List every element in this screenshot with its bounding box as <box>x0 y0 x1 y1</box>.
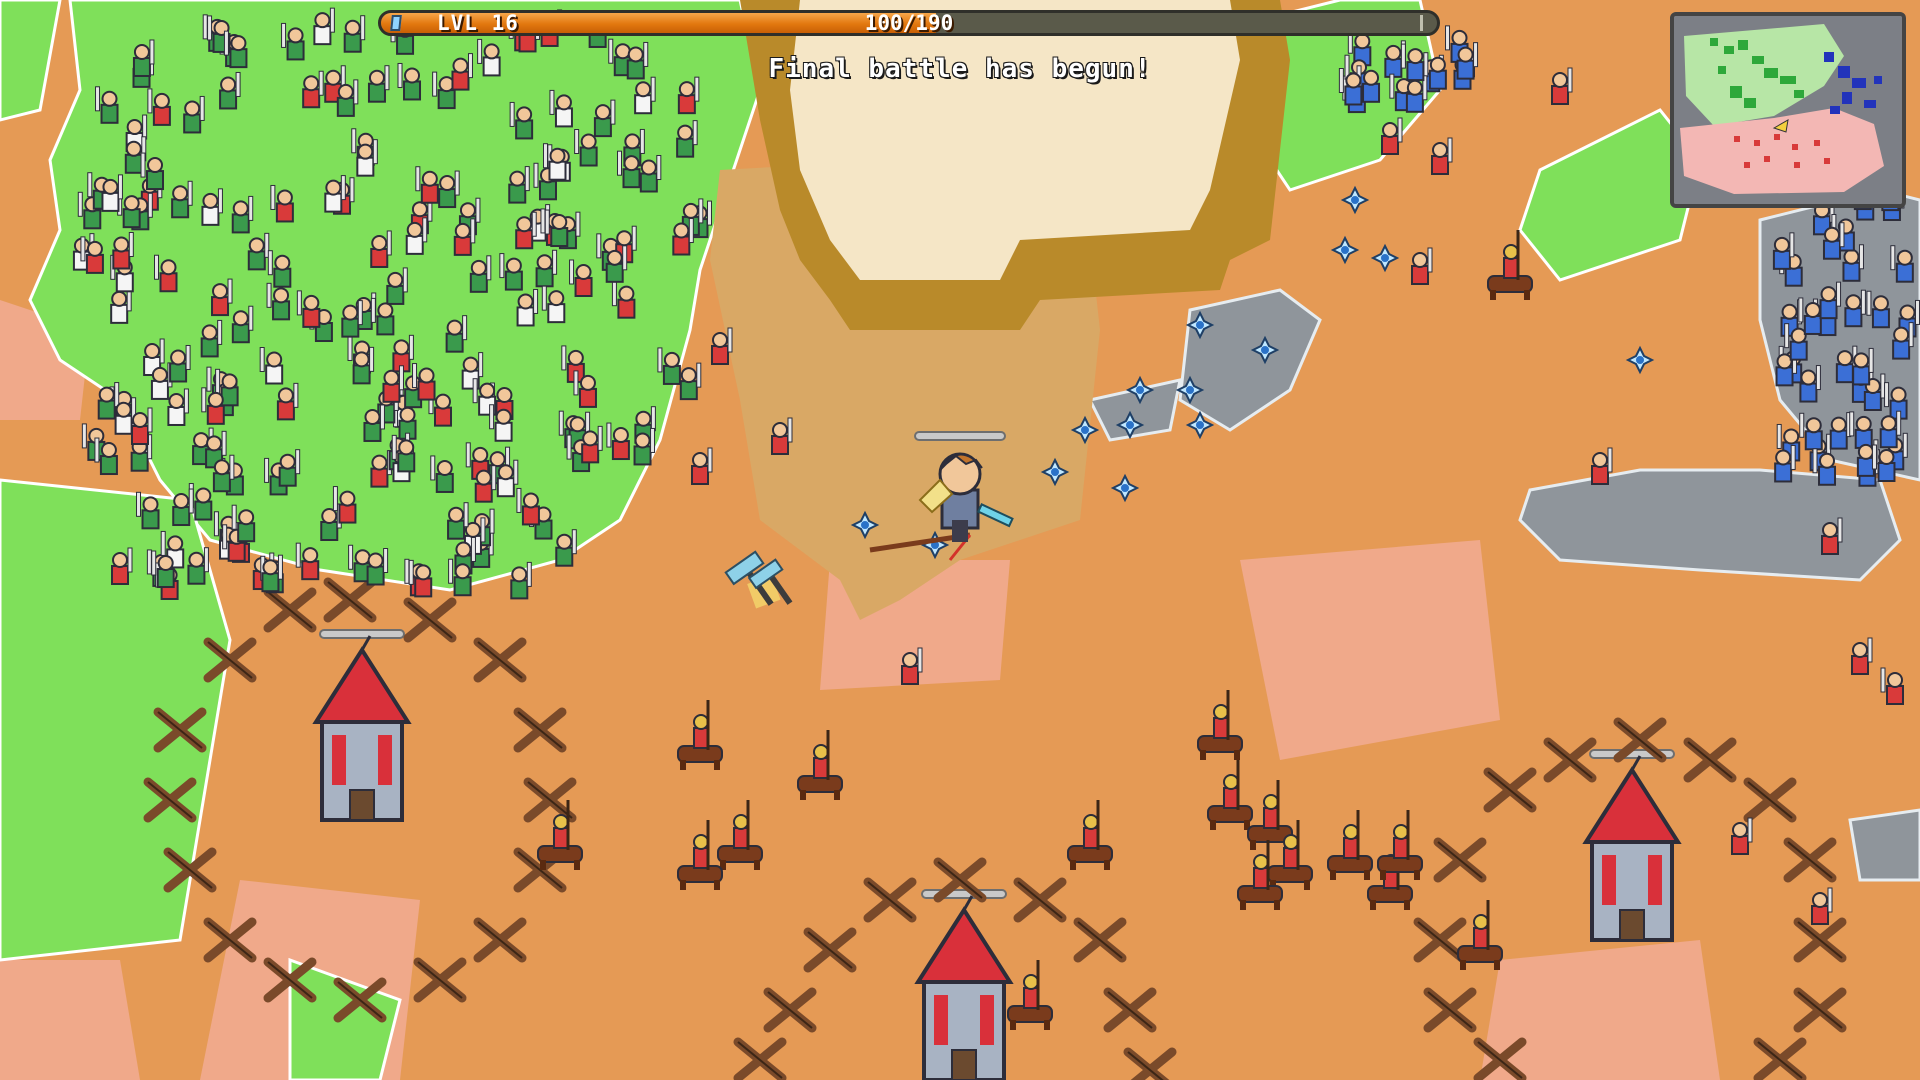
minimap-canvas <box>1674 16 1902 204</box>
xp-bar-end-cap <box>1420 15 1431 31</box>
xp-value: 100/190 <box>864 11 954 35</box>
minimap[interactable] <box>1670 12 1906 208</box>
player-health-bar <box>914 431 1006 441</box>
xp-bar: LVL 16 100/190 <box>378 10 1440 36</box>
announcement-banner: Final battle has begun! <box>768 54 1152 84</box>
game-world[interactable] <box>0 0 1920 1080</box>
